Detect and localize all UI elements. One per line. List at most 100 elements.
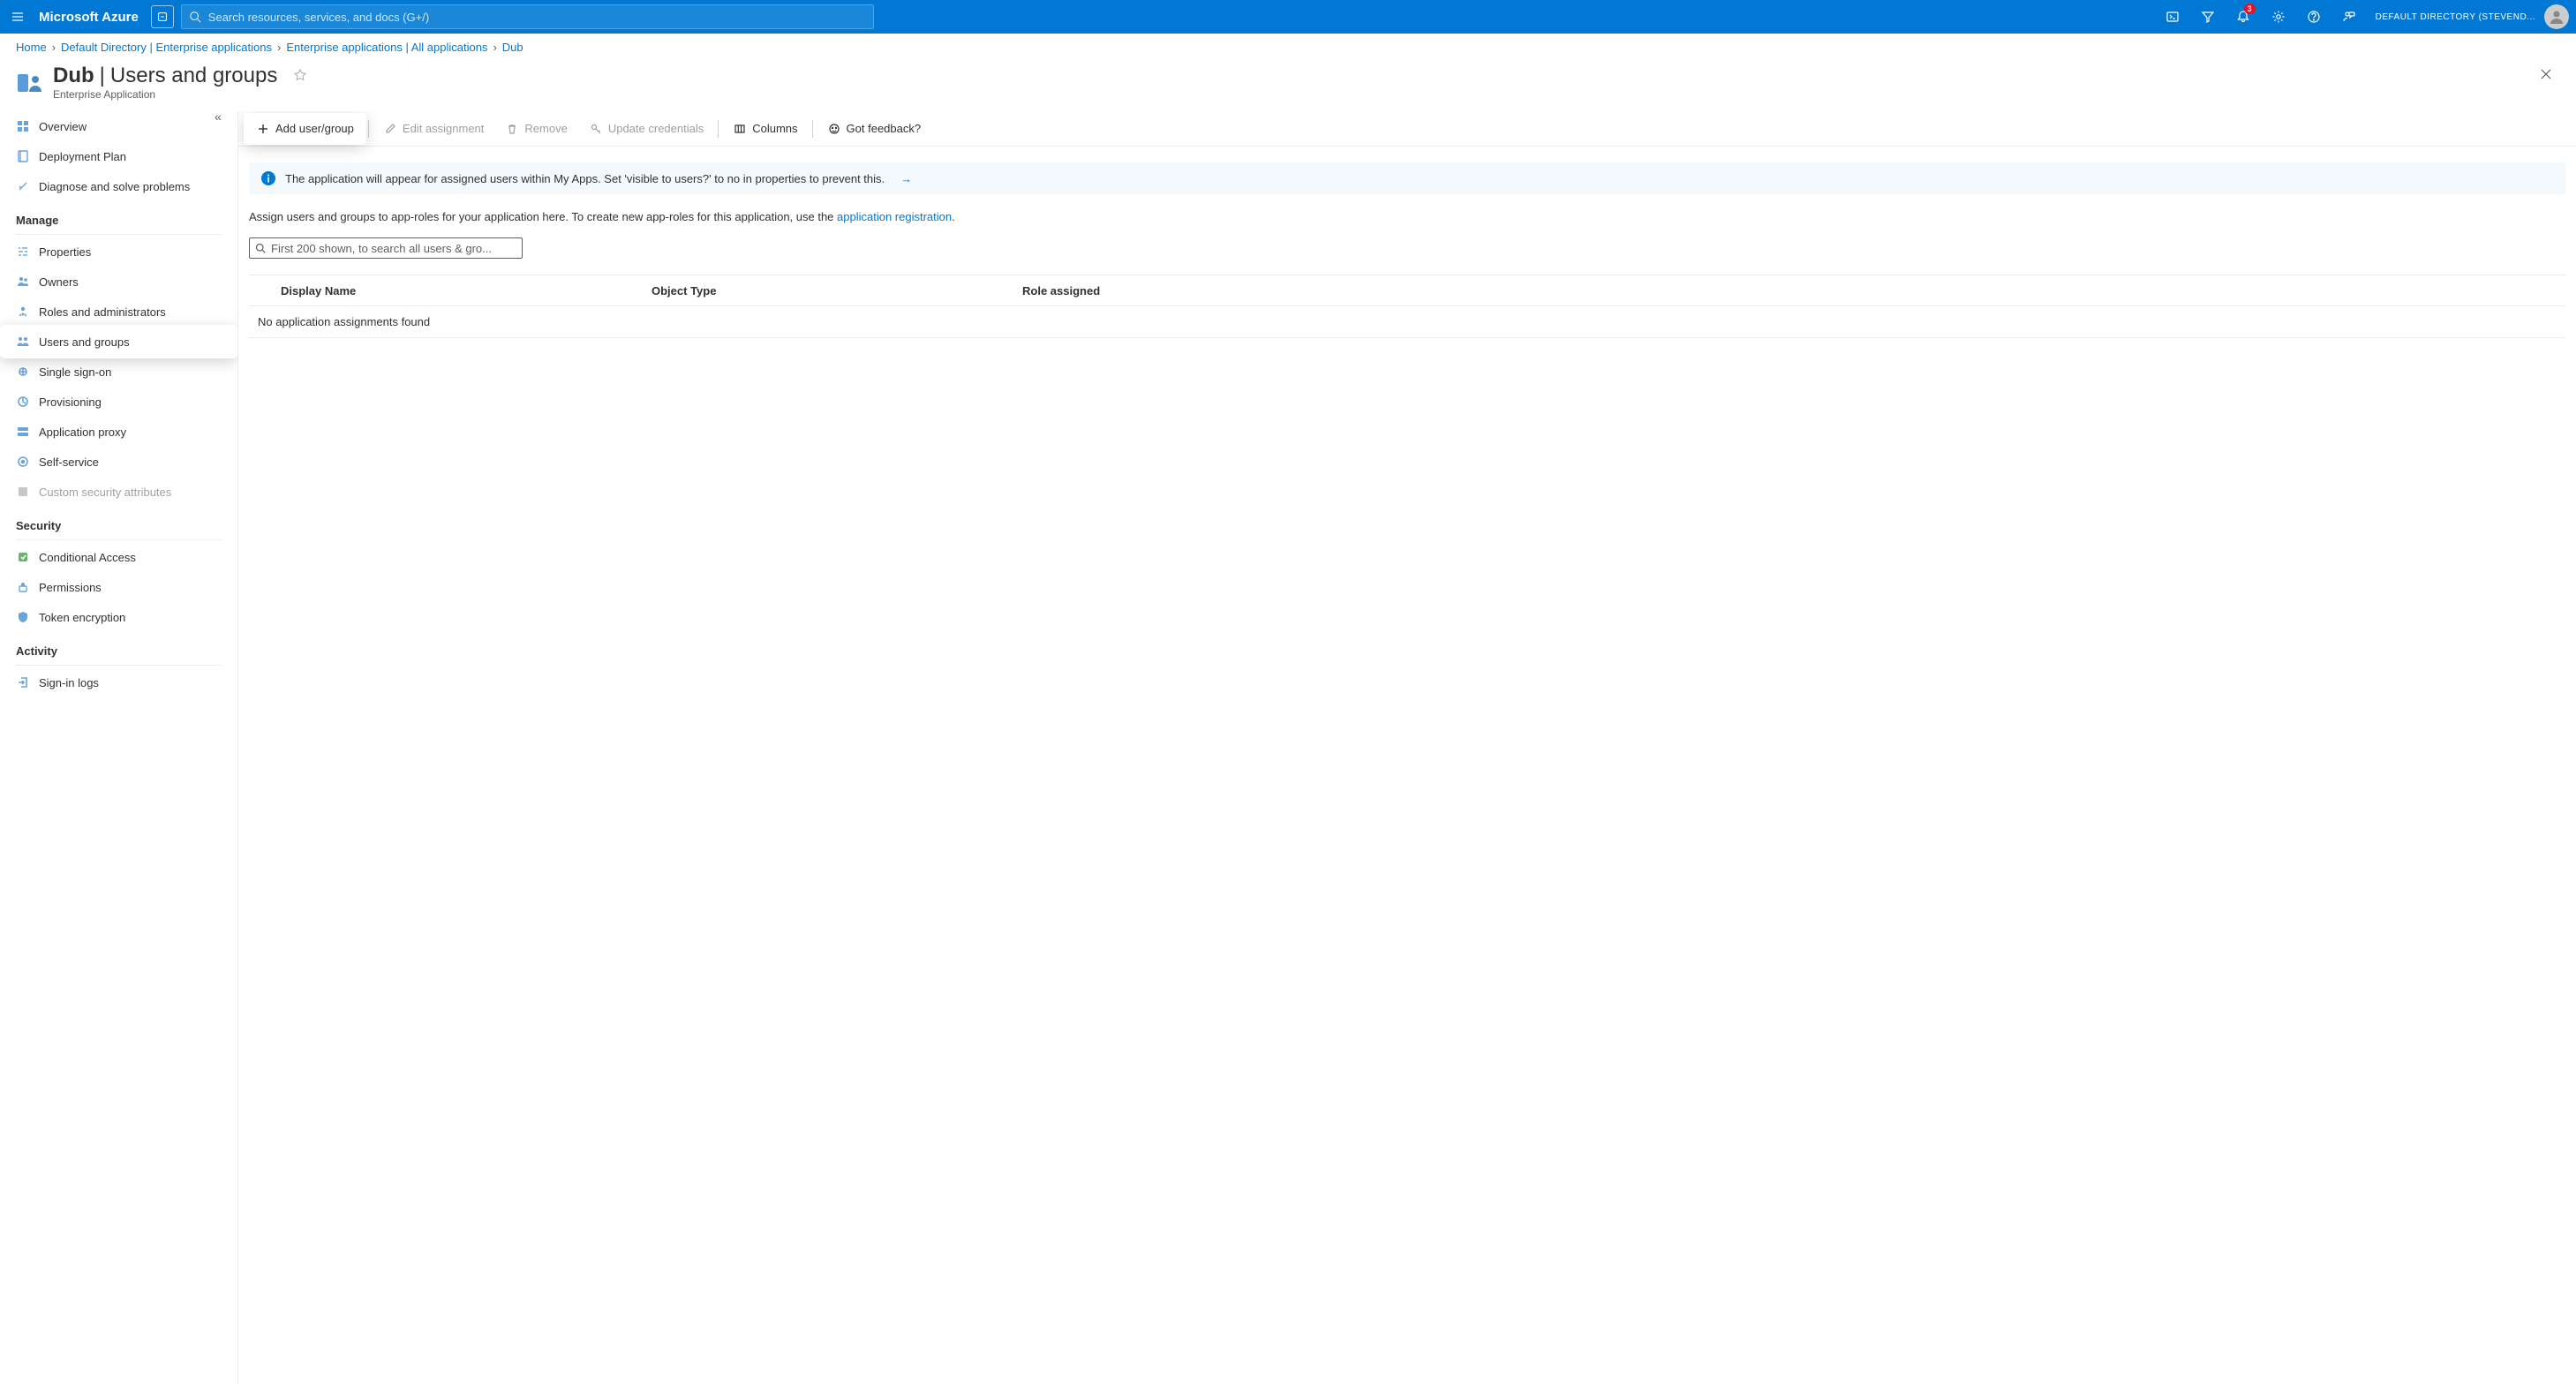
button-label: Edit assignment [403, 122, 485, 135]
signin-icon [16, 675, 30, 689]
nav-properties[interactable]: Properties [0, 237, 237, 267]
nav-self-service[interactable]: Self-service [0, 447, 237, 477]
directories-button[interactable] [2190, 0, 2226, 34]
preview-icon [156, 11, 169, 23]
command-bar: Add user/group Edit assignment Remove Up… [238, 111, 2576, 147]
nav-provisioning[interactable]: Provisioning [0, 387, 237, 417]
properties-icon [16, 245, 30, 259]
button-label: Remove [524, 122, 567, 135]
column-role-assigned[interactable]: Role assigned [1022, 284, 2565, 298]
breadcrumb-link[interactable]: Home [16, 41, 47, 54]
nav-token-encryption[interactable]: Token encryption [0, 602, 237, 632]
blade-title-app: Dub [53, 64, 94, 88]
account-avatar[interactable] [2544, 4, 2569, 29]
nav-label: Deployment Plan [39, 150, 126, 163]
button-label: Got feedback? [847, 122, 922, 135]
filter-search[interactable] [249, 237, 523, 259]
button-label: Columns [752, 122, 797, 135]
blade-header: Dub | Users and groups Enterprise Applic… [0, 60, 2576, 111]
help-icon [2307, 10, 2321, 24]
notifications-button[interactable]: 3 [2226, 0, 2261, 34]
preview-toggle[interactable] [151, 5, 174, 28]
global-search[interactable] [181, 4, 874, 29]
nav-section-security: Security [0, 507, 237, 538]
pencil-icon [383, 122, 397, 136]
update-credentials-button: Update credentials [578, 115, 714, 143]
nav-label: Sign-in logs [39, 676, 99, 689]
main-pane: Add user/group Edit assignment Remove Up… [238, 111, 2576, 1384]
avatar-icon [2548, 8, 2565, 26]
column-object-type[interactable]: Object Type [652, 284, 1022, 298]
smiley-icon [827, 122, 841, 136]
button-label: Update credentials [608, 122, 704, 135]
self-service-icon [16, 455, 30, 469]
nav-signin-logs[interactable]: Sign-in logs [0, 667, 237, 697]
owners-icon [16, 275, 30, 289]
blade-subtitle: Enterprise Application [53, 88, 309, 101]
remove-button: Remove [494, 115, 577, 143]
divider [16, 665, 222, 666]
chevron-right-icon: › [493, 41, 496, 54]
assign-text-post: . [952, 210, 955, 223]
nav-permissions[interactable]: Permissions [0, 572, 237, 602]
divider [812, 120, 813, 138]
help-button[interactable] [2296, 0, 2331, 34]
global-search-input[interactable] [208, 11, 866, 24]
proxy-icon [16, 425, 30, 439]
nav-deployment-plan[interactable]: Deployment Plan [0, 141, 237, 171]
permissions-icon [16, 580, 30, 594]
azure-top-bar: Microsoft Azure 3 DEFAULT DIRECTORY (STE… [0, 0, 2576, 34]
settings-button[interactable] [2261, 0, 2296, 34]
columns-icon [733, 122, 747, 136]
edit-assignment-button: Edit assignment [373, 115, 495, 143]
tenant-label: DEFAULT DIRECTORY (STEVEND... [2367, 12, 2544, 22]
csa-icon [16, 485, 30, 499]
divider [16, 234, 222, 235]
nav-label: Provisioning [39, 395, 102, 409]
add-user-group-button[interactable]: Add user/group [245, 115, 365, 143]
column-display-name[interactable]: Display Name [281, 284, 652, 298]
breadcrumb-link[interactable]: Dub [502, 41, 523, 54]
gear-icon [2271, 10, 2286, 24]
nav-label: Self-service [39, 456, 99, 469]
nav-diagnose[interactable]: Diagnose and solve problems [0, 171, 237, 201]
nav-label: Overview [39, 120, 87, 133]
info-banner[interactable]: The application will appear for assigned… [249, 162, 2565, 194]
close-blade-button[interactable] [2535, 64, 2557, 85]
person-feedback-icon [2342, 10, 2356, 24]
nav-label: Roles and administrators [39, 305, 166, 319]
divider [16, 539, 222, 540]
nav-label: Properties [39, 245, 91, 259]
breadcrumb-link[interactable]: Default Directory | Enterprise applicati… [61, 41, 272, 54]
feedback-button[interactable] [2331, 0, 2367, 34]
breadcrumb-link[interactable]: Enterprise applications | All applicatio… [286, 41, 487, 54]
app-registration-link[interactable]: application registration [837, 210, 952, 223]
got-feedback-button[interactable]: Got feedback? [817, 115, 932, 143]
filter-search-input[interactable] [271, 242, 516, 255]
blade-title-section: Users and groups [110, 64, 277, 88]
nav-label: Users and groups [39, 335, 130, 349]
table-header: Display Name Object Type Role assigned [249, 275, 2565, 306]
nav-application-proxy[interactable]: Application proxy [0, 417, 237, 447]
close-icon [2540, 68, 2552, 80]
info-text: The application will appear for assigned… [285, 172, 885, 185]
nav-label: Permissions [39, 581, 102, 594]
nav-single-sign-on[interactable]: Single sign-on [0, 357, 237, 387]
nav-owners[interactable]: Owners [0, 267, 237, 297]
nav-conditional-access[interactable]: Conditional Access [0, 542, 237, 572]
favorite-star[interactable] [293, 68, 309, 84]
wrench-icon [16, 179, 30, 193]
nav-label: Owners [39, 275, 79, 289]
nav-overview[interactable]: Overview [0, 111, 237, 141]
blade-title: Dub | Users and groups [53, 64, 309, 88]
portal-menu-button[interactable] [0, 0, 35, 34]
shield-icon [16, 610, 30, 624]
columns-button[interactable]: Columns [722, 115, 808, 143]
brand-label: Microsoft Azure [35, 10, 151, 25]
cloud-shell-button[interactable] [2155, 0, 2190, 34]
nav-section-activity: Activity [0, 632, 237, 663]
nav-roles[interactable]: Roles and administrators [0, 297, 237, 327]
nav-section-manage: Manage [0, 201, 237, 232]
nav-users-and-groups[interactable]: Users and groups [0, 327, 237, 357]
collapse-nav-button[interactable]: « [215, 111, 232, 127]
